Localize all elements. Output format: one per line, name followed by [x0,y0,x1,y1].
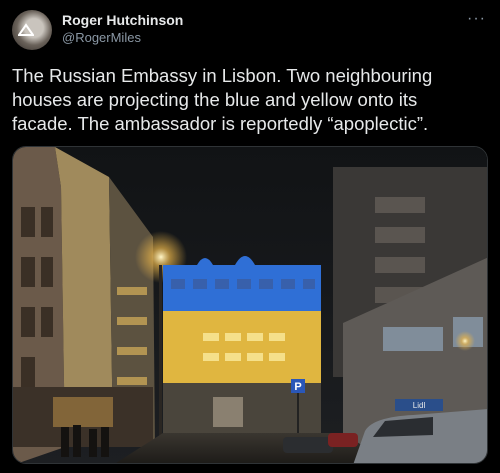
author-name[interactable]: Roger Hutchinson [62,12,183,28]
shop-sign-label: Lidl [413,401,426,410]
embassy-photo: P Lidl [13,147,487,463]
avatar[interactable] [12,10,52,50]
more-options-icon[interactable]: ··· [467,10,486,28]
author-handle[interactable]: @RogerMiles [62,30,141,45]
avatar-logo-icon [18,23,34,36]
parking-sign-label: P [294,381,301,393]
tweet-text: The Russian Embassy in Lisbon. Two neigh… [12,65,433,134]
tweet-photo[interactable]: P Lidl [12,146,488,464]
